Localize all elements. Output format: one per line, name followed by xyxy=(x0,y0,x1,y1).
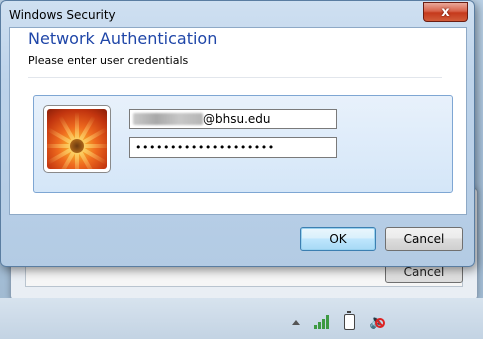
battery-icon[interactable] xyxy=(344,311,355,330)
username-field[interactable]: @bhsu.edu xyxy=(129,109,337,129)
button-bar: OK Cancel xyxy=(1,213,474,265)
system-tray: 🔈 xyxy=(292,311,386,332)
close-icon: x xyxy=(441,4,450,20)
taskbar: 🔈 xyxy=(0,298,483,339)
flower-avatar-image xyxy=(47,109,107,169)
password-mask: •••••••••••••••••••• xyxy=(135,141,275,154)
network-icon[interactable] xyxy=(314,315,330,329)
title-bar[interactable]: Windows Security x xyxy=(1,1,474,27)
windows-security-dialog: Windows Security x Network Authenticatio… xyxy=(0,0,475,267)
show-hidden-icons-icon[interactable] xyxy=(292,319,300,325)
ok-button[interactable]: OK xyxy=(300,227,376,251)
password-field[interactable]: •••••••••••••••••••• xyxy=(129,137,337,158)
close-button[interactable]: x xyxy=(423,2,468,22)
window-title: Windows Security xyxy=(9,8,116,22)
volume-muted-icon[interactable]: 🔈 xyxy=(369,314,386,330)
cancel-button[interactable]: Cancel xyxy=(385,227,463,251)
dialog-subheading: Please enter user credentials xyxy=(28,54,189,67)
username-domain: @bhsu.edu xyxy=(203,112,271,126)
credential-tile[interactable]: @bhsu.edu •••••••••••••••••••• xyxy=(33,95,453,193)
dialog-heading: Network Authentication xyxy=(28,29,218,48)
user-avatar xyxy=(43,105,111,173)
redacted-username xyxy=(133,112,203,125)
divider xyxy=(28,77,442,78)
